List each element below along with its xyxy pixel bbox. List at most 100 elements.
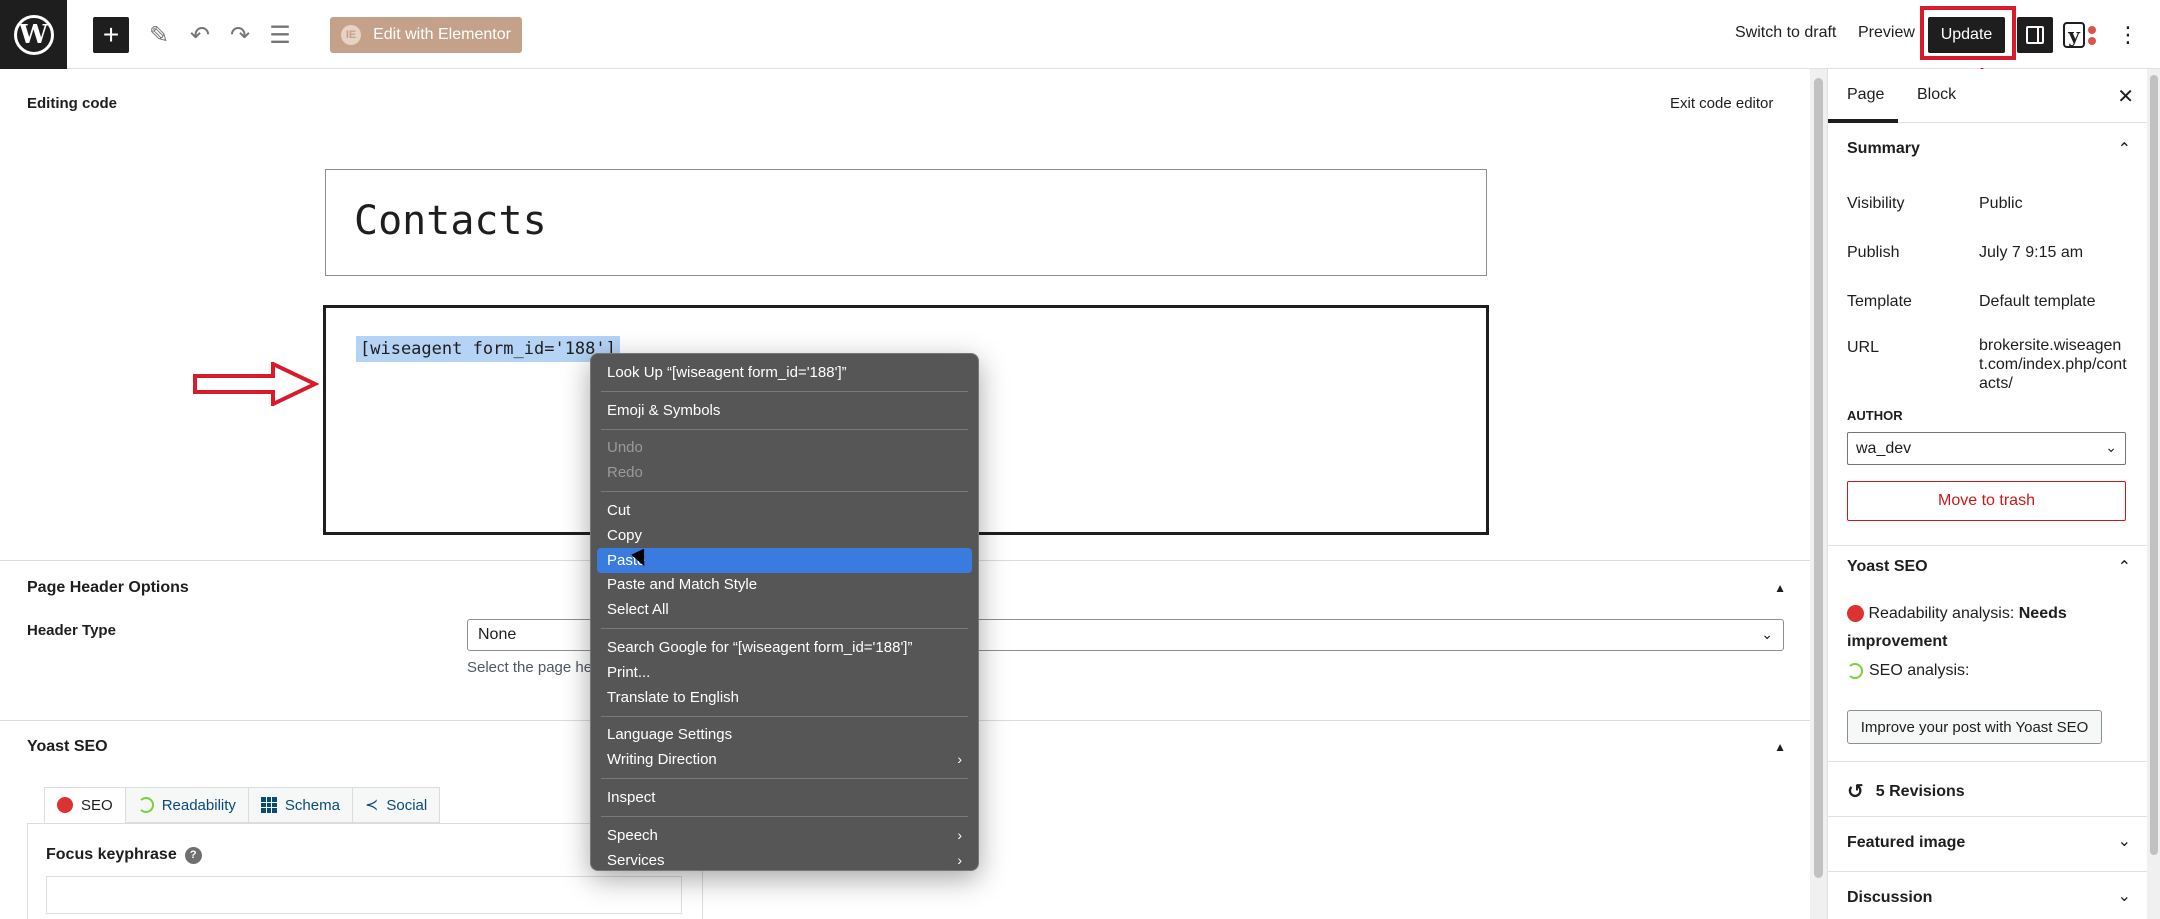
- list-view-icon[interactable]: ☰: [262, 17, 298, 53]
- divider: [1828, 816, 2148, 817]
- url-value[interactable]: brokersite.wiseagent.com/index.php/conta…: [1979, 336, 2129, 393]
- template-label: Template: [1847, 293, 1912, 310]
- collapse-caret-icon[interactable]: ▲: [1774, 581, 1786, 595]
- page-header-options-heading[interactable]: Page Header Options: [27, 579, 189, 597]
- header-type-value: None: [478, 626, 517, 643]
- author-value: wa_dev: [1856, 440, 1912, 457]
- header-type-label: Header Type: [27, 622, 116, 639]
- readability-analysis: Readability analysis: Needs improvement: [1847, 605, 2067, 650]
- editing-code-label: Editing code: [27, 95, 117, 112]
- edit-with-elementor-button[interactable]: IE Edit with Elementor: [330, 17, 522, 53]
- menu-separator: [601, 815, 968, 817]
- menu-item-writing-direction[interactable]: Writing Direction ›: [597, 747, 972, 772]
- author-select[interactable]: wa_dev ⌄: [1847, 432, 2126, 465]
- undo-icon[interactable]: ↶: [182, 17, 218, 53]
- options-menu-icon[interactable]: ⋮: [2116, 17, 2140, 53]
- tab-readability[interactable]: Readability: [124, 787, 249, 823]
- annotation-arrow-right-icon: [193, 362, 319, 406]
- menu-item-speech[interactable]: Speech ›: [597, 823, 972, 848]
- plus-icon: +: [102, 19, 120, 50]
- yoast-seo-heading[interactable]: Yoast SEO: [27, 738, 108, 756]
- chevron-right-icon: ›: [957, 751, 962, 768]
- menu-separator: [601, 390, 968, 392]
- pencil-icon[interactable]: ✎: [141, 17, 177, 53]
- focus-keyphrase-label: Focus keyphrase?: [46, 846, 202, 864]
- menu-item-translate-to-english[interactable]: Translate to English: [597, 685, 972, 710]
- redo-icon[interactable]: ↷: [222, 17, 258, 53]
- divider: [1828, 871, 2148, 872]
- menu-separator: [601, 428, 968, 430]
- discussion-heading[interactable]: Discussion: [1847, 889, 1932, 907]
- chevron-down-icon[interactable]: ⌄: [2118, 886, 2131, 906]
- switch-to-draft-button[interactable]: Switch to draft: [1735, 24, 1836, 42]
- tab-seo[interactable]: SEO: [44, 787, 126, 823]
- menu-item-print[interactable]: Print...: [597, 660, 972, 685]
- author-label: AUTHOR: [1847, 408, 1903, 423]
- menu-item-look-up-wiseagent-form-id-188[interactable]: Look Up “[wiseagent form_id='188']”: [597, 360, 972, 385]
- chevron-down-icon[interactable]: ⌄: [2118, 831, 2131, 851]
- sidebar-scrollbar-thumb[interactable]: [2150, 75, 2158, 855]
- chevron-down-icon: ⌄: [2105, 439, 2117, 455]
- context-menu: Look Up “[wiseagent form_id='188']” Emoji…: [590, 353, 979, 871]
- top-toolbar: W + ✎ ↶ ↷ ☰ IE Edit with Elementor Switc…: [0, 0, 2160, 69]
- menu-item-language-settings[interactable]: Language Settings: [597, 723, 972, 748]
- chevron-up-icon[interactable]: ⌃: [2118, 557, 2131, 577]
- menu-separator: [601, 778, 968, 780]
- post-title-field[interactable]: Contacts: [325, 169, 1487, 276]
- update-highlight-box: [1920, 6, 2016, 60]
- settings-sidebar-toggle[interactable]: [2017, 17, 2053, 53]
- editor-scrollbar-thumb[interactable]: [1814, 78, 1823, 878]
- grid-icon: [260, 797, 277, 813]
- exit-code-editor-button[interactable]: Exit code editor: [1670, 95, 1773, 112]
- yoast-sidebar-heading[interactable]: Yoast SEO: [1847, 558, 1928, 576]
- menu-item-paste-and-match-style[interactable]: Paste and Match Style: [597, 573, 972, 598]
- menu-item-services[interactable]: Services ›: [597, 848, 972, 873]
- help-icon[interactable]: ?: [184, 846, 202, 864]
- visibility-value[interactable]: Public: [1979, 195, 2023, 213]
- tab-block[interactable]: Block: [1917, 86, 1956, 104]
- revisions-link[interactable]: ↺ 5 Revisions: [1847, 779, 1965, 804]
- sidebar-icon: [2026, 26, 2044, 44]
- selected-shortcode-text: [wiseagent form_id='188']: [356, 336, 620, 362]
- elementor-label: Edit with Elementor: [373, 26, 511, 43]
- wordpress-logo-icon[interactable]: W: [0, 0, 67, 69]
- menu-item-inspect[interactable]: Inspect: [597, 785, 972, 810]
- menu-separator: [601, 715, 968, 717]
- menu-item-redo: Redo: [607, 464, 643, 482]
- tab-page[interactable]: Page: [1847, 86, 1884, 104]
- menu-item-undo: Undo: [607, 439, 643, 457]
- summary-heading[interactable]: Summary: [1847, 140, 1920, 158]
- sad-face-icon: [1847, 605, 1864, 623]
- add-block-button[interactable]: +: [93, 17, 129, 53]
- featured-image-heading[interactable]: Featured image: [1847, 834, 1965, 852]
- menu-item-select-all[interactable]: Select All: [597, 597, 972, 622]
- settings-sidebar: Page Block ✕ Summary ⌃ Visibility Public…: [1827, 69, 2148, 919]
- preview-button[interactable]: Preview: [1858, 24, 1915, 42]
- yoast-tabs: SEO Readability Schema ≺ Social: [44, 787, 441, 823]
- template-value[interactable]: Default template: [1979, 293, 2096, 311]
- focus-keyphrase-input[interactable]: [46, 876, 682, 914]
- move-to-trash-button[interactable]: Move to trash: [1847, 481, 2126, 521]
- tab-schema[interactable]: Schema: [247, 787, 353, 823]
- chevron-right-icon: ›: [957, 851, 962, 868]
- yoast-toolbar-icon[interactable]: y: [2063, 20, 2097, 50]
- sidebar-tabs: Page Block ✕: [1828, 69, 2148, 123]
- menu-item-search-google-for-wiseagent-form-id-188[interactable]: Search Google for “[wiseagent form_id='1…: [597, 635, 972, 660]
- publish-value[interactable]: July 7 9:15 am: [1979, 244, 2083, 262]
- chevron-up-icon[interactable]: ⌃: [2118, 139, 2131, 159]
- red-dot-icon: [57, 797, 73, 813]
- close-icon[interactable]: ✕: [2117, 84, 2134, 109]
- tab-social[interactable]: ≺ Social: [351, 787, 441, 823]
- seo-analysis: SEO analysis:: [1847, 657, 1969, 685]
- share-icon: ≺: [364, 797, 379, 814]
- menu-item-copy[interactable]: Copy: [597, 523, 972, 548]
- elementor-icon: IE: [341, 25, 362, 45]
- menu-item-paste[interactable]: Paste: [597, 547, 972, 573]
- improve-with-yoast-button[interactable]: Improve your post with Yoast SEO: [1847, 710, 2102, 744]
- menu-separator: [601, 491, 968, 493]
- menu-item-emoji-symbols[interactable]: Emoji & Symbols: [597, 398, 972, 423]
- active-tab-underline: [1828, 119, 1898, 123]
- menu-item-cut[interactable]: Cut: [597, 498, 972, 523]
- divider: [1828, 761, 2148, 762]
- collapse-caret-icon[interactable]: ▲: [1774, 740, 1786, 754]
